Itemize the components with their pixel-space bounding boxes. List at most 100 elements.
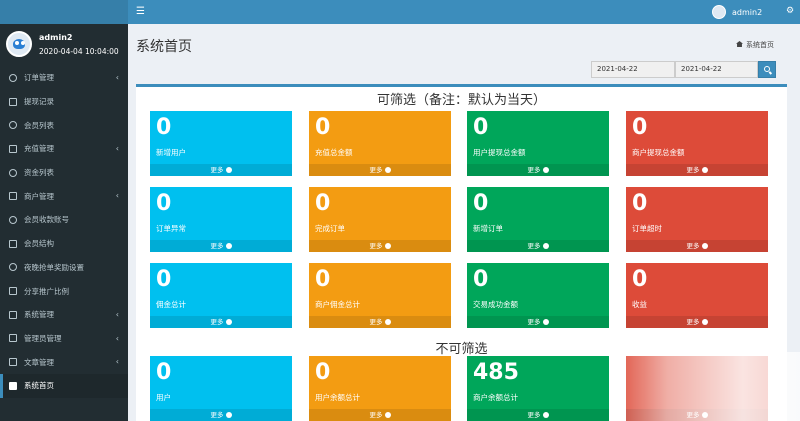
sidebar-item-withdraw-records[interactable]: 提现记录 (0, 90, 128, 114)
sidebar-item-member-accounts[interactable]: 会员收款账号 (0, 208, 128, 232)
more-info-link[interactable]: 更多 (626, 240, 768, 252)
start-date-input[interactable]: 2021-04-22 (591, 61, 675, 78)
sidebar-item-label: 文章管理 (24, 357, 54, 367)
stat-tile: 0 订单异常 更多 (150, 187, 292, 252)
stat-tile: 0 订单超时更多 (626, 187, 768, 252)
chevron-left-icon: ‹ (115, 144, 119, 154)
stat-value: 0 (315, 267, 331, 292)
table-icon (9, 287, 17, 296)
users-icon (9, 334, 17, 343)
more-label: 更多 (369, 242, 383, 250)
arrow-circle-right-icon (542, 319, 549, 325)
breadcrumb-item[interactable]: 系统首页 (746, 41, 774, 49)
more-info-link[interactable]: 更多 (467, 240, 609, 252)
user-icon (9, 121, 17, 130)
hamburger-icon[interactable]: ☰ (136, 6, 145, 17)
sidebar-item-home[interactable]: 系统首页 (0, 373, 128, 398)
stat-value: 0 (156, 191, 172, 216)
more-info-link[interactable]: 更多 (309, 240, 451, 252)
chevron-left-icon: ‹ (115, 73, 119, 82)
eye-icon (9, 263, 17, 272)
stat-value: 0 (315, 191, 331, 216)
search-button[interactable] (758, 61, 776, 78)
gears-icon[interactable]: ⚙ (786, 6, 794, 16)
sidebar-item-label: 充值管理 (24, 144, 54, 154)
stat-value: 0 (315, 115, 331, 140)
sidebar-item-recharge[interactable]: 充值管理 ‹ (0, 137, 128, 161)
arrow-circle-right-icon (384, 319, 391, 325)
image-icon (9, 144, 17, 153)
stat-label: 订单超时 (632, 224, 662, 233)
more-label: 更多 (686, 166, 700, 174)
circle-icon (9, 215, 17, 224)
building-icon (9, 192, 17, 201)
list-icon (9, 97, 17, 106)
more-label: 更多 (686, 318, 700, 326)
stat-tile: 0 新增用户 更多 (150, 111, 292, 176)
more-label: 更多 (527, 166, 541, 174)
sidebar-brand[interactable] (0, 0, 128, 24)
sidebar-item-admins[interactable]: 管理员管理 ‹ (0, 327, 128, 351)
stat-value: 0 (315, 360, 331, 385)
sidebar-item-funds[interactable]: 资金列表 (0, 161, 128, 185)
more-info-link[interactable]: 更多 (626, 164, 768, 176)
stat-value: 0 (473, 191, 489, 216)
more-info-link[interactable]: 更多 (309, 164, 451, 176)
more-info-link[interactable]: 更多 (467, 316, 609, 328)
sidebar-item-label: 订单管理 (24, 73, 54, 83)
arrow-circle-right-icon (384, 412, 391, 418)
stat-tile: 0 交易成功金额 更多 (467, 263, 609, 328)
sidebar-item-label: 系统管理 (24, 310, 54, 320)
more-label: 更多 (210, 318, 224, 326)
sidebar-item-merchants[interactable]: 商户管理 ‹ (0, 184, 128, 208)
end-date-input[interactable]: 2021-04-22 (675, 61, 758, 78)
sidebar-item-label: 会员收款账号 (24, 215, 69, 225)
more-info-link[interactable]: 更多 (626, 316, 768, 328)
sidebar-item-member-structure[interactable]: 会员结构 (0, 232, 128, 256)
top-navbar: ☰ admin2 ⚙ (128, 0, 800, 24)
more-info-link[interactable]: 更多 (309, 316, 451, 328)
user-panel-time: 2020-04-04 10:04:00 (39, 47, 119, 56)
stat-tile: 485 商户余额总计 更多 (467, 356, 609, 421)
stat-value: 0 (632, 191, 648, 216)
arrow-circle-right-icon (225, 167, 232, 173)
more-label: 更多 (210, 411, 224, 419)
sidebar-item-system[interactable]: 系统管理 ‹ (0, 303, 128, 327)
wrench-icon (9, 310, 17, 319)
more-label: 更多 (369, 318, 383, 326)
stat-label: 新增用户 (156, 148, 186, 157)
arrow-circle-right-icon (701, 167, 708, 173)
stat-tile: 0 佣金总计 更多 (150, 263, 292, 328)
home-icon (736, 41, 743, 47)
more-info-link[interactable]: 更多 (150, 316, 292, 328)
topbar-username[interactable]: admin2 (732, 8, 762, 17)
topbar-avatar[interactable] (712, 5, 726, 19)
arrow-circle-right-icon (384, 167, 391, 173)
sidebar-item-share-ratio[interactable]: 分享推广比例 (0, 279, 128, 303)
sidebar-item-night-reward[interactable]: 夜晚抢单奖励设置 (0, 256, 128, 280)
arrow-circle-right-icon (225, 243, 232, 249)
more-info-link[interactable]: 更多 (309, 409, 451, 421)
more-label: 更多 (527, 242, 541, 250)
arrow-circle-right-icon (225, 412, 232, 418)
sidebar-item-label: 会员结构 (24, 239, 54, 249)
more-info-link[interactable]: 更多 (626, 409, 768, 421)
sidebar-item-members[interactable]: 会员列表 (0, 113, 128, 137)
user-panel: admin2 2020-04-04 10:04:00 (0, 24, 128, 66)
more-info-link[interactable]: 更多 (150, 164, 292, 176)
stat-tile: 0 用户 更多 (150, 356, 292, 421)
stat-tile: 0 用户余额总计 更多 (309, 356, 451, 421)
sidebar-item-orders[interactable]: 订单管理 ‹ (0, 66, 128, 90)
more-info-link[interactable]: 更多 (150, 240, 292, 252)
more-info-link[interactable]: 更多 (150, 409, 292, 421)
more-info-link[interactable]: 更多 (467, 409, 609, 421)
stat-label: 收益 (632, 300, 647, 309)
arrow-circle-right-icon (384, 243, 391, 249)
arrow-circle-right-icon (225, 319, 232, 325)
more-info-link[interactable]: 更多 (467, 164, 609, 176)
more-label: 更多 (527, 318, 541, 326)
sidebar-item-label: 系统首页 (24, 381, 54, 391)
stat-value: 485 (473, 360, 519, 385)
sidebar-item-articles[interactable]: 文章管理 ‹ (0, 350, 128, 374)
more-label: 更多 (369, 166, 383, 174)
